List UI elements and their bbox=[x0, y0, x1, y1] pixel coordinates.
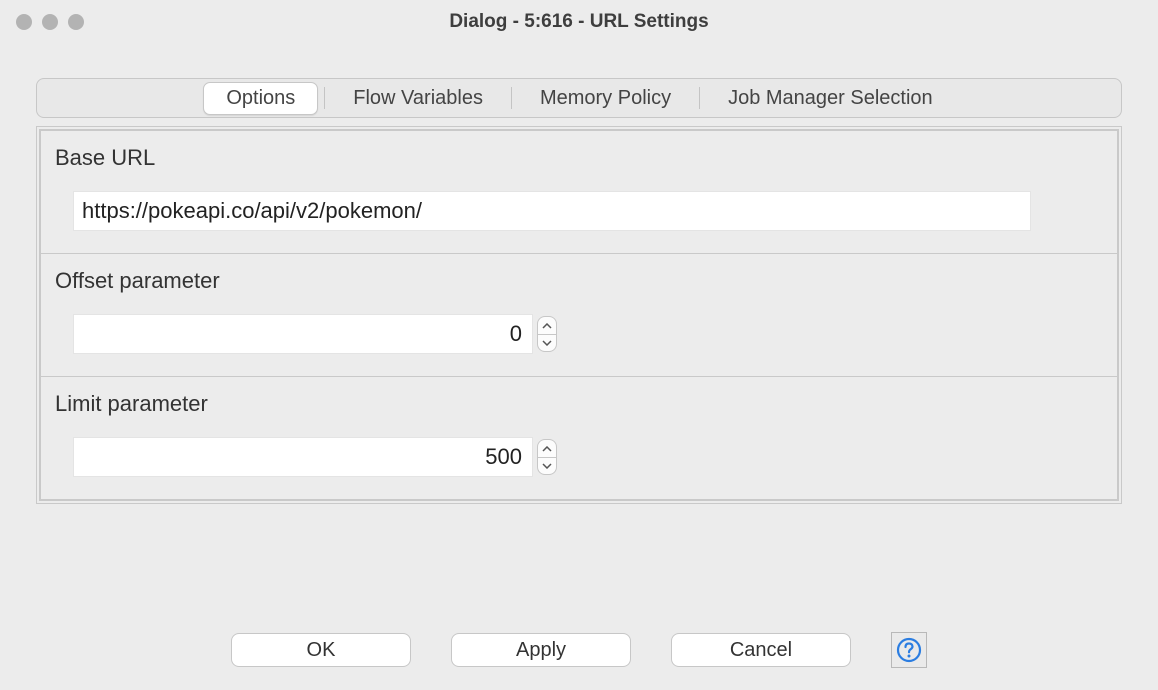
offset-input[interactable] bbox=[73, 314, 533, 354]
tabbar: Options Flow Variables Memory Policy Job… bbox=[36, 78, 1122, 118]
tab-flow-variables[interactable]: Flow Variables bbox=[331, 83, 505, 114]
window-title: Dialog - 5:616 - URL Settings bbox=[0, 11, 1158, 33]
limit-label: Limit parameter bbox=[55, 391, 1103, 417]
window-controls bbox=[0, 14, 84, 30]
tab-separator bbox=[511, 87, 512, 109]
tab-options[interactable]: Options bbox=[203, 82, 318, 115]
offset-spinner bbox=[537, 316, 557, 352]
tab-memory-policy[interactable]: Memory Policy bbox=[518, 83, 693, 114]
base-url-input[interactable] bbox=[73, 191, 1031, 231]
chevron-down-icon bbox=[542, 463, 552, 469]
ok-button[interactable]: OK bbox=[231, 633, 411, 667]
minimize-window-button[interactable] bbox=[42, 14, 58, 30]
limit-step-down[interactable] bbox=[537, 457, 557, 475]
help-button[interactable] bbox=[891, 632, 927, 668]
base-url-group: Base URL bbox=[40, 130, 1118, 254]
help-icon bbox=[895, 636, 923, 664]
chevron-up-icon bbox=[542, 323, 552, 329]
tab-separator bbox=[699, 87, 700, 109]
zoom-window-button[interactable] bbox=[68, 14, 84, 30]
offset-step-up[interactable] bbox=[537, 316, 557, 334]
options-panel: Base URL Offset parameter bbox=[36, 126, 1122, 504]
offset-label: Offset parameter bbox=[55, 268, 1103, 294]
offset-group: Offset parameter bbox=[40, 254, 1118, 377]
apply-button[interactable]: Apply bbox=[451, 633, 631, 667]
base-url-label: Base URL bbox=[55, 145, 1103, 171]
chevron-up-icon bbox=[542, 446, 552, 452]
dialog-footer: OK Apply Cancel bbox=[0, 632, 1158, 668]
limit-spinner bbox=[537, 439, 557, 475]
titlebar: Dialog - 5:616 - URL Settings bbox=[0, 0, 1158, 44]
cancel-button[interactable]: Cancel bbox=[671, 633, 851, 667]
limit-step-up[interactable] bbox=[537, 439, 557, 457]
tab-job-manager[interactable]: Job Manager Selection bbox=[706, 83, 955, 114]
tab-separator bbox=[324, 87, 325, 109]
limit-input[interactable] bbox=[73, 437, 533, 477]
chevron-down-icon bbox=[542, 340, 552, 346]
limit-group: Limit parameter bbox=[40, 377, 1118, 500]
close-window-button[interactable] bbox=[16, 14, 32, 30]
dialog-content: Options Flow Variables Memory Policy Job… bbox=[0, 44, 1158, 504]
offset-step-down[interactable] bbox=[537, 334, 557, 352]
